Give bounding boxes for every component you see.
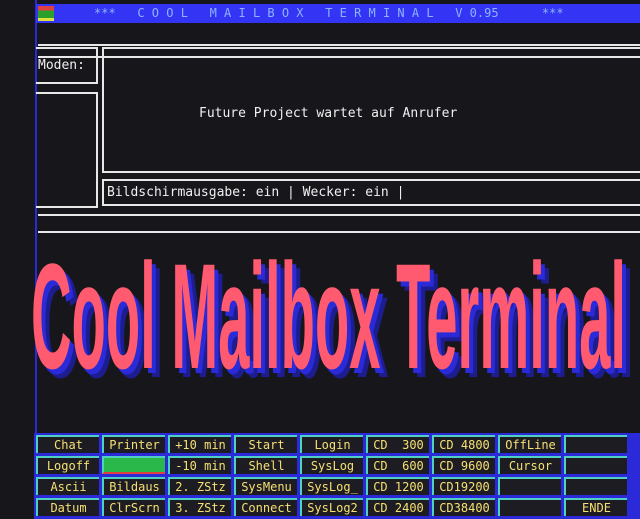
divider <box>38 214 640 216</box>
banner-title: Cool Mailbox Terminal <box>31 250 626 400</box>
function-button-offline[interactable]: OffLine <box>498 435 561 453</box>
function-button-empty-1-1[interactable] <box>102 456 165 474</box>
function-button-bildaus[interactable]: Bildaus <box>102 477 165 495</box>
function-button-start[interactable]: Start <box>234 435 297 453</box>
function-button-2-zstz[interactable]: 2. ZStz <box>168 477 231 495</box>
function-button-cd38400[interactable]: CD38400 <box>432 498 495 516</box>
function-button-connect[interactable]: Connect <box>234 498 297 516</box>
function-button-clrscrn[interactable]: ClrScrn <box>102 498 165 516</box>
function-button-3-zstz[interactable]: 3. ZStz <box>168 498 231 516</box>
app-logo-icon[interactable] <box>38 6 54 21</box>
function-button-ende[interactable]: ENDE <box>564 498 627 516</box>
function-button-cd-2400[interactable]: CD 2400 <box>366 498 429 516</box>
function-button-logoff[interactable]: Logoff <box>36 456 99 474</box>
function-button--10-min[interactable]: -10 min <box>168 456 231 474</box>
function-button-login[interactable]: Login <box>300 435 363 453</box>
function-button-cd-1200[interactable]: CD 1200 <box>366 477 429 495</box>
button-row: Datum ClrScrn 3. ZStz Connect SysLog2 CD 2400… <box>36 498 640 516</box>
function-button-cd-4800[interactable]: CD 4800 <box>432 435 495 453</box>
function-key-grid: Chat Printer +10 min Start Login CD 300 CD 480… <box>34 433 640 519</box>
function-button-datum[interactable]: Datum <box>36 498 99 516</box>
modem-box: Moden: <box>36 47 98 84</box>
function-button-cd-600[interactable]: CD 600 <box>366 456 429 474</box>
modem-label: Moden: <box>38 58 85 73</box>
banner: Cool Mailbox Terminal Cool Mailbox Termi… <box>31 250 634 400</box>
function-button-empty-3-7[interactable] <box>498 498 561 516</box>
function-button-cd19200[interactable]: CD19200 <box>432 477 495 495</box>
status-panel: Bildschirmausgabe: ein | Wecker: ein | <box>102 179 640 206</box>
function-button-syslog[interactable]: SysLog <box>300 456 363 474</box>
function-button-cd-300[interactable]: CD 300 <box>366 435 429 453</box>
side-panel <box>36 92 98 208</box>
button-row: Ascii Bildaus 2. ZStz SysMenu SysLog_ CD 1200… <box>36 477 640 495</box>
function-button-syslog2[interactable]: SysLog2 <box>300 498 363 516</box>
function-button-cd-9600[interactable]: CD 9600 <box>432 456 495 474</box>
function-button-cursor[interactable]: Cursor <box>498 456 561 474</box>
function-button-sysmenu[interactable]: SysMenu <box>234 477 297 495</box>
function-button-empty-2-7[interactable] <box>498 477 561 495</box>
divider <box>38 44 640 46</box>
function-button-shell[interactable]: Shell <box>234 456 297 474</box>
function-button-empty-2-8[interactable] <box>564 477 627 495</box>
function-button-ascii[interactable]: Ascii <box>36 477 99 495</box>
function-button-chat[interactable]: Chat <box>36 435 99 453</box>
status-line: Bildschirmausgabe: ein | Wecker: ein | <box>107 185 405 200</box>
button-row: Logoff -10 min Shell SysLog CD 600 CD 9600 Cur… <box>36 456 640 474</box>
function-button-empty-1-8[interactable] <box>564 456 627 474</box>
divider <box>38 231 640 233</box>
message-panel: Future Project wartet auf Anrufer <box>102 47 640 173</box>
app-title: *** C O O L M A I L B O X T E R M I N A … <box>94 6 564 20</box>
function-button-syslog-[interactable]: SysLog_ <box>300 477 363 495</box>
function-button-printer[interactable]: Printer <box>102 435 165 453</box>
title-bar: *** C O O L M A I L B O X T E R M I N A … <box>36 4 640 23</box>
function-button-empty-0-8[interactable] <box>564 435 627 453</box>
function-button--10-min[interactable]: +10 min <box>168 435 231 453</box>
button-row: Chat Printer +10 min Start Login CD 300 CD 480… <box>36 435 640 453</box>
status-message: Future Project wartet auf Anrufer <box>199 106 458 121</box>
